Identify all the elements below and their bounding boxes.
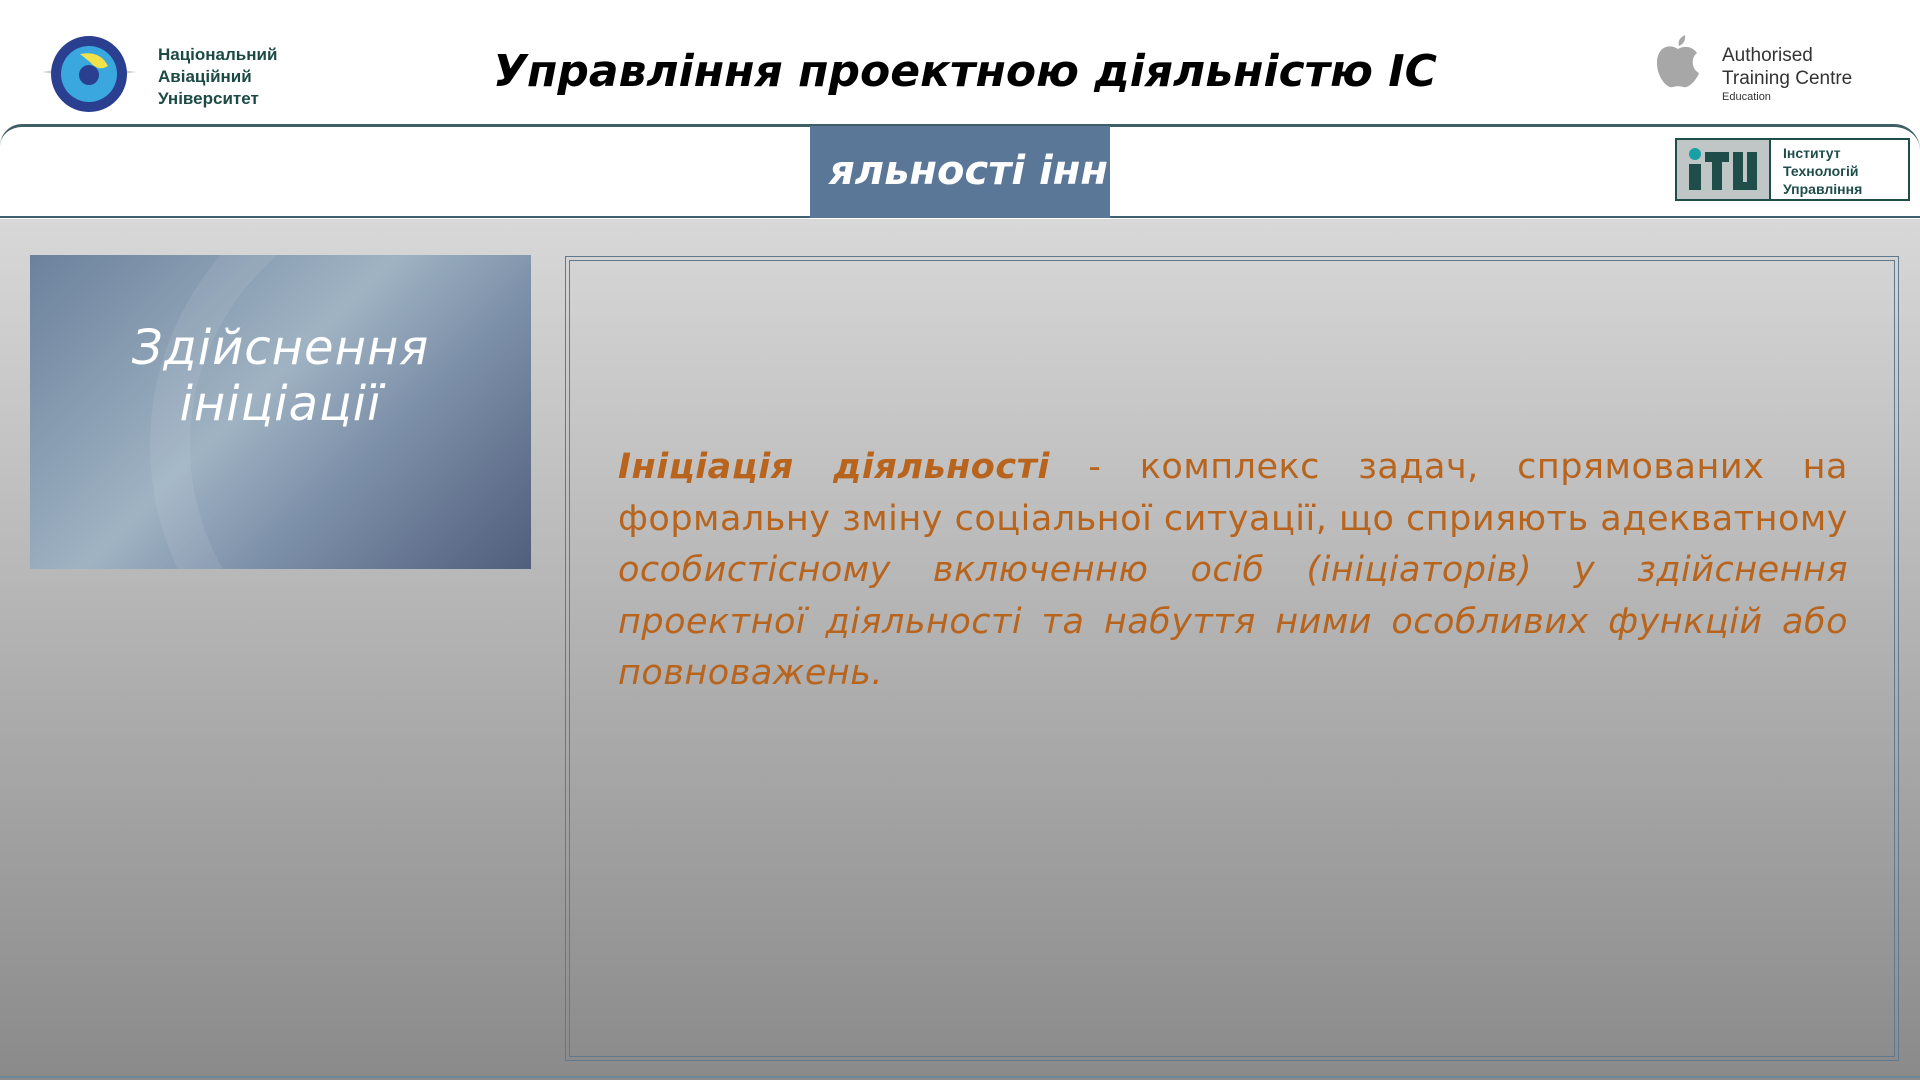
section-title: яльності інн xyxy=(829,148,1108,194)
sidebar-title-line: Здійснення xyxy=(131,320,430,376)
institute-line: Технологій xyxy=(1783,163,1859,179)
partner-line: Training Centre xyxy=(1722,68,1853,89)
itu-mark-icon xyxy=(1677,140,1771,199)
institute-line: Управління xyxy=(1783,181,1863,197)
section-title-box: яльності інн xyxy=(810,126,1110,218)
apple-logo-icon xyxy=(1655,33,1701,89)
footer-divider xyxy=(0,1076,1920,1078)
sidebar-title-line: ініціації xyxy=(179,376,382,432)
definition-text: Ініціація діяльності - комплекс задач, с… xyxy=(618,442,1848,700)
institute-line: Інститут xyxy=(1783,145,1841,161)
institute-logo: Інститут Технологій Управління xyxy=(1675,138,1910,201)
sidebar-title: Здійснення ініціації xyxy=(30,320,531,432)
page-title: Управління проектною діяльністю ІС xyxy=(493,46,1437,97)
definition-term: Ініціація діяльності xyxy=(618,447,1050,487)
authorised-training-centre: Authorised Training Centre Education xyxy=(1722,44,1852,104)
partner-line: Authorised xyxy=(1722,45,1813,66)
definition-italic: особистісному включенню осіб (ініціаторі… xyxy=(618,550,1848,693)
partner-line: Education xyxy=(1722,91,1771,103)
